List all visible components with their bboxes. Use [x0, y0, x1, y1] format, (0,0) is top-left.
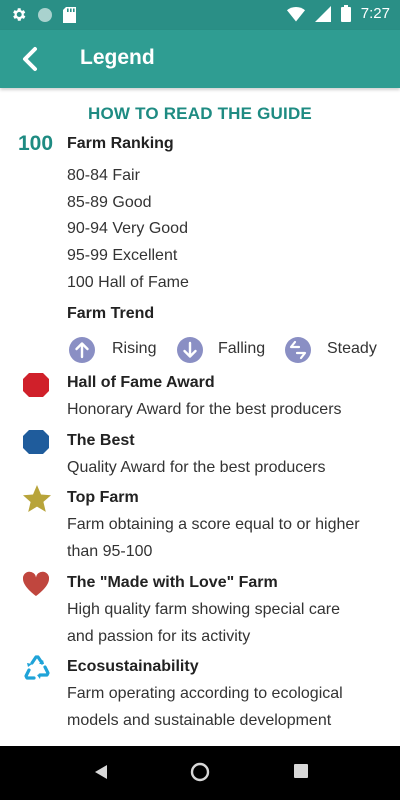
- signal-icon: [314, 5, 331, 22]
- gold-star-icon: [23, 485, 51, 512]
- ranking-item: 85-89 Good: [67, 194, 152, 211]
- award-description: than 95-100: [67, 543, 153, 560]
- award-title: Hall of Fame Award: [67, 374, 215, 391]
- nav-recents-icon[interactable]: [293, 763, 309, 779]
- settings-gear-icon: [13, 8, 26, 21]
- award-title: The Best: [67, 432, 135, 449]
- award-description: High quality farm showing special care: [67, 601, 341, 618]
- circle-status-icon: [38, 7, 52, 22]
- sd-card-icon: [63, 6, 76, 23]
- battery-icon: [340, 5, 351, 22]
- app-bar: Legend: [0, 30, 400, 88]
- ranking-item: 95-99 Excellent: [67, 247, 178, 264]
- award-description: Honorary Award for the best producers: [67, 401, 342, 418]
- award-title: Ecosustainability: [67, 658, 199, 675]
- trend-legend: Rising Falling Steady: [68, 336, 398, 364]
- arrow-up-circle-icon: [69, 337, 95, 363]
- heart-icon: [22, 571, 50, 596]
- recycle-icon: [24, 655, 50, 680]
- ranking-item: 100 Hall of Fame: [67, 274, 189, 291]
- ranking-label: Farm Ranking: [67, 135, 174, 152]
- award-description: Quality Award for the best producers: [67, 459, 326, 476]
- status-time: 7:27: [360, 5, 390, 22]
- award-title: Top Farm: [67, 489, 139, 506]
- wifi-icon: [286, 6, 305, 21]
- ranking-number: 100: [18, 132, 54, 155]
- blue-hexagon-icon: [23, 430, 49, 454]
- red-hexagon-icon: [23, 373, 49, 397]
- award-description: and passion for its activity: [67, 628, 251, 645]
- award-description: Farm obtaining a score equal to or highe…: [67, 516, 360, 533]
- page-title: Legend: [80, 46, 155, 69]
- nav-back-icon[interactable]: [92, 763, 110, 781]
- ranking-item: 90-94 Very Good: [67, 220, 188, 237]
- award-description: Farm operating according to ecological: [67, 685, 343, 702]
- trend-rising-label: Rising: [112, 340, 157, 357]
- legend-content[interactable]: HOW TO READ THE GUIDE 100 Farm Ranking 8…: [0, 88, 400, 746]
- system-navigation-bar: [0, 746, 400, 800]
- steady-arrows-circle-icon: [285, 337, 311, 363]
- status-bar: 7:27: [0, 0, 400, 30]
- arrow-down-circle-icon: [177, 337, 203, 363]
- guide-heading: HOW TO READ THE GUIDE: [88, 104, 312, 123]
- trend-steady-label: Steady: [327, 340, 377, 357]
- back-arrow-icon[interactable]: [16, 44, 46, 74]
- screen: 7:27 Legend HOW TO READ THE GUIDE 100 Fa…: [0, 0, 400, 800]
- award-description: models and sustainable development: [67, 712, 332, 729]
- ranking-item: 80-84 Fair: [67, 167, 140, 184]
- award-title: The "Made with Love" Farm: [67, 574, 278, 591]
- trend-falling-label: Falling: [218, 340, 266, 357]
- nav-home-icon[interactable]: [190, 762, 210, 782]
- trend-label: Farm Trend: [67, 305, 155, 322]
